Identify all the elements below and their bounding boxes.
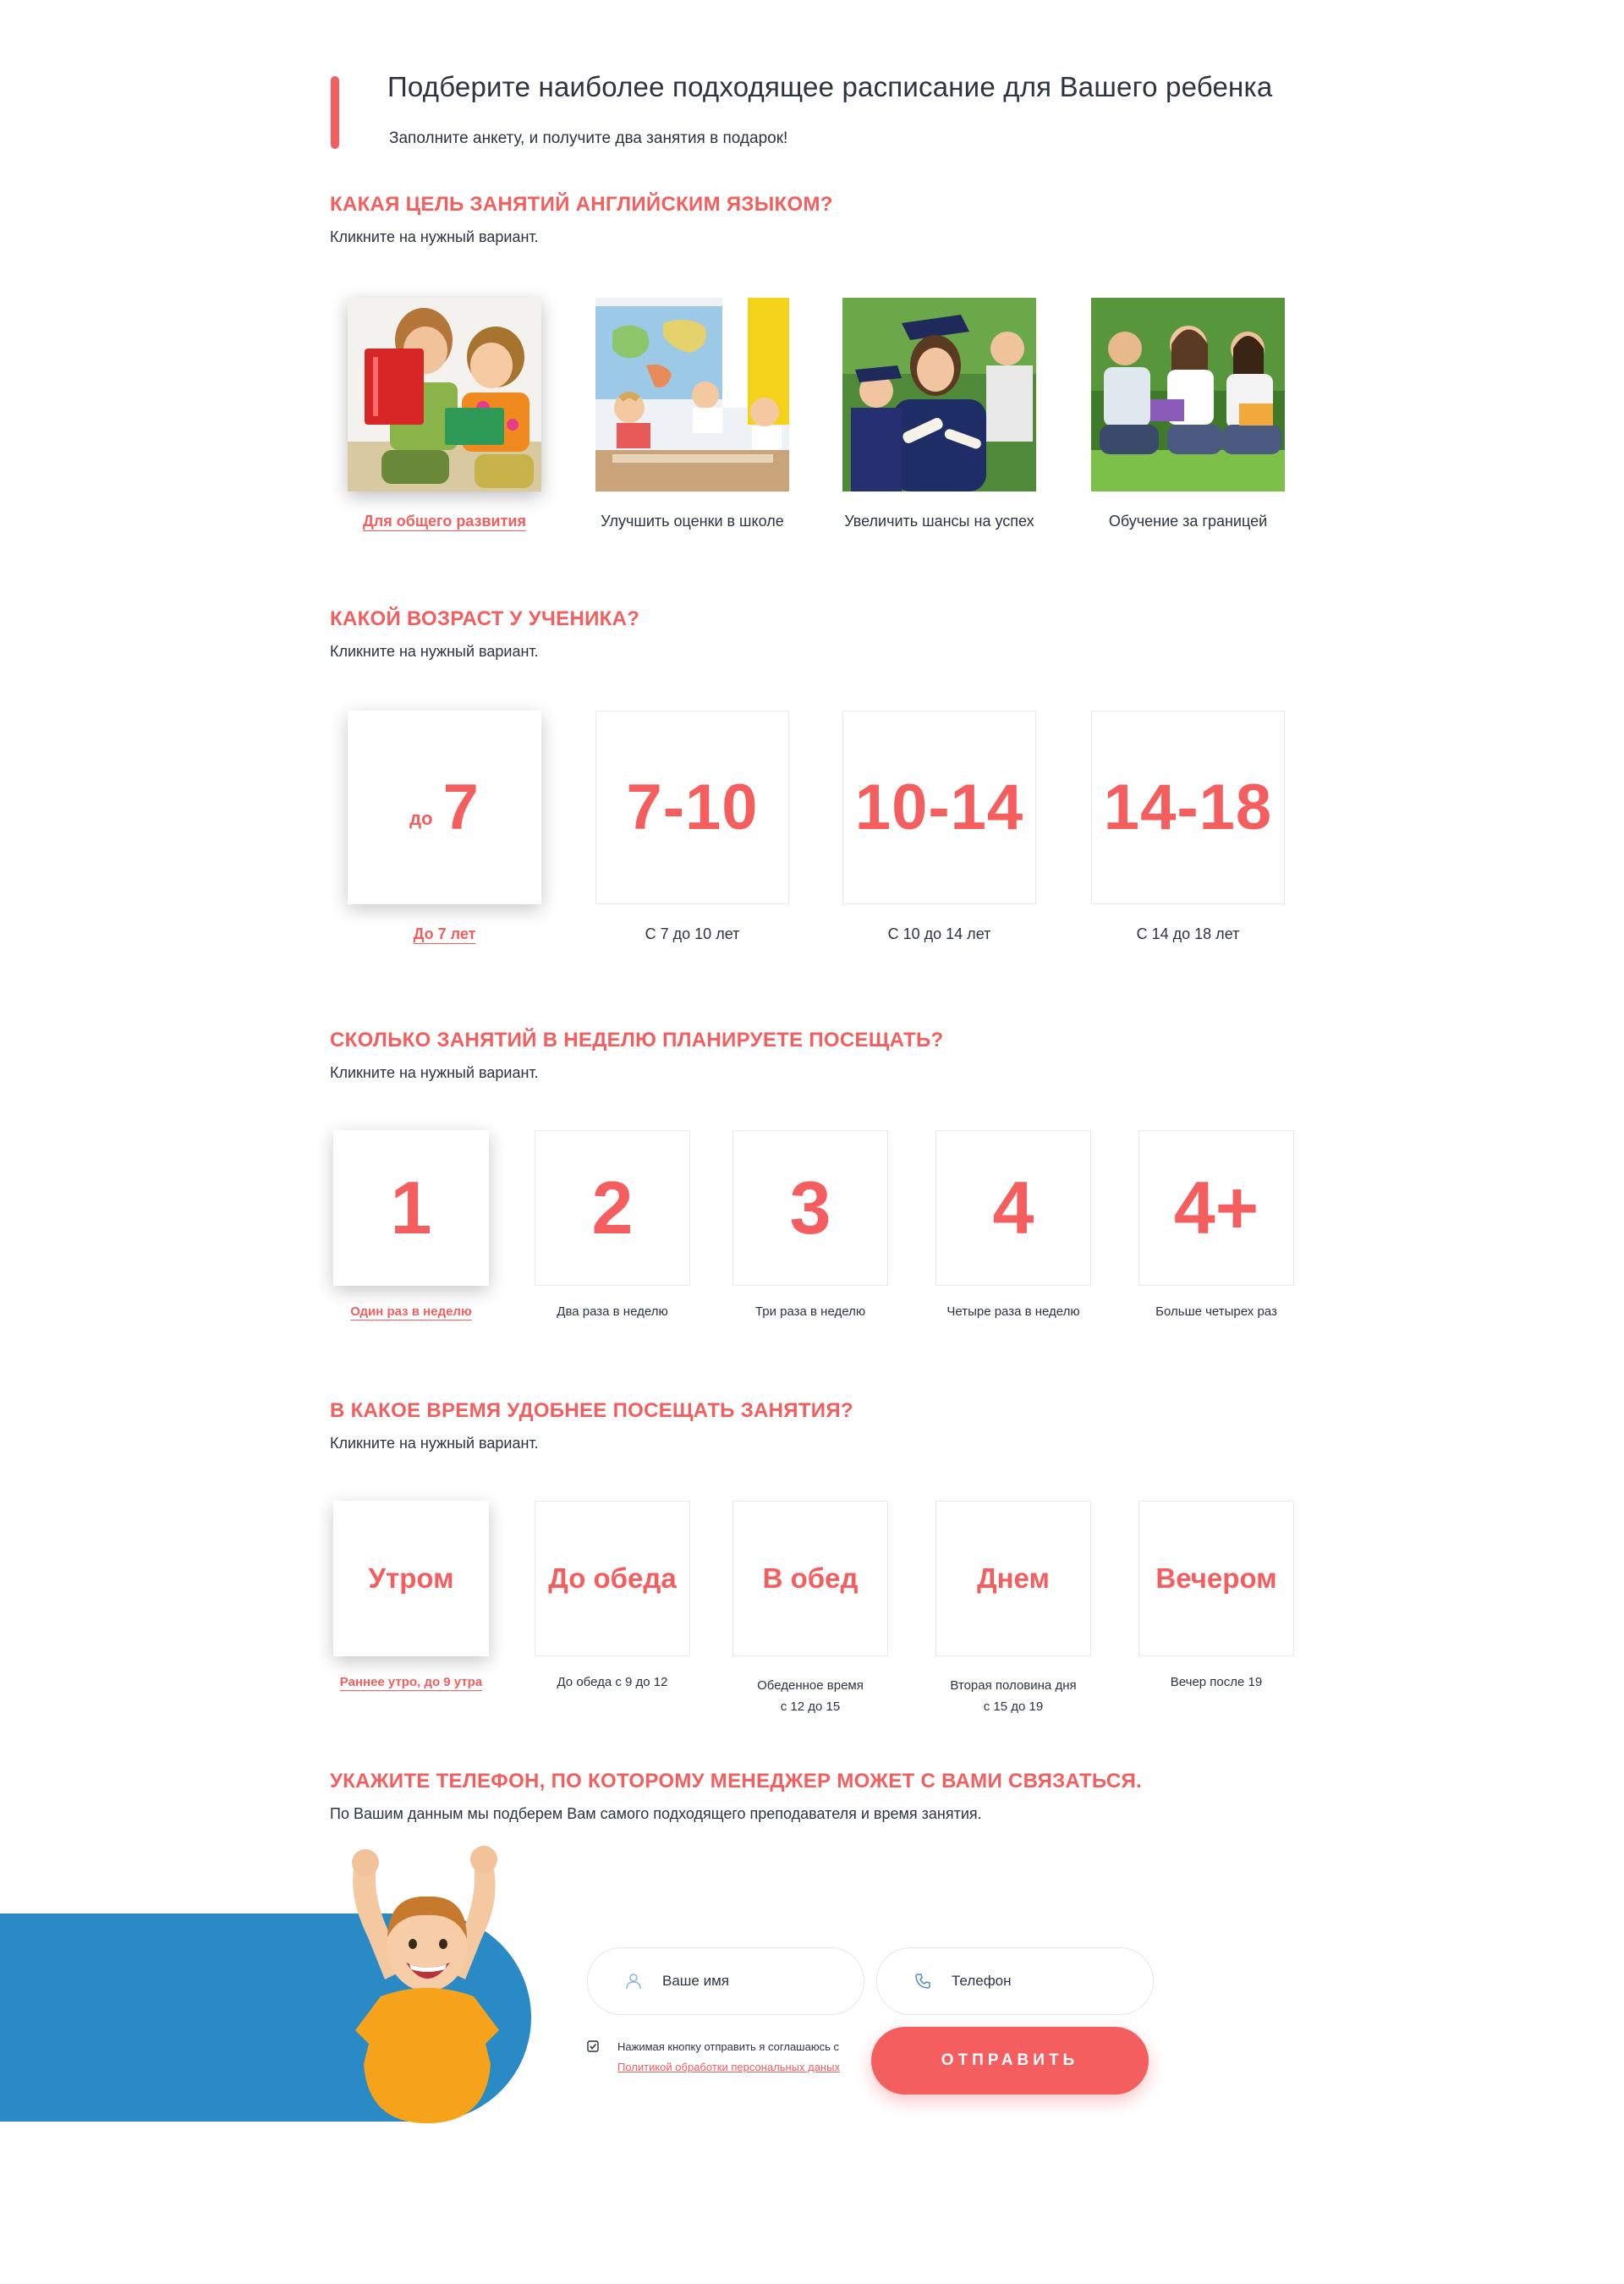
age-hint: Кликните на нужный вариант. [330,643,539,660]
contact-section: УКАЖИТЕ ТЕЛЕФОН, ПО КОТОРОМУ МЕНЕДЖЕР МО… [330,1770,1294,1823]
time-question: В КАКОЕ ВРЕМЯ УДОБНЕЕ ПОСЕЩАТЬ ЗАНЯТИЯ? [330,1399,853,1422]
goal-option-study-abroad[interactable] [1091,298,1285,491]
phone-icon [911,1969,935,1993]
time-label-before-lunch[interactable]: До обеда с 9 до 12 [518,1675,707,1689]
frequency-option-4[interactable]: 4 [935,1130,1091,1286]
frequency-label-3[interactable]: Три раза в неделю [716,1304,905,1319]
goal-section: КАКАЯ ЦЕЛЬ ЗАНЯТИЙ АНГЛИЙСКИМ ЯЗЫКОМ? Кл… [330,193,1294,246]
contact-question: УКАЖИТЕ ТЕЛЕФОН, ПО КОТОРОМУ МЕНЕДЖЕР МО… [330,1770,1143,1793]
frequency-label-4-plus[interactable]: Больше четырех раз [1122,1304,1311,1319]
time-label-morning[interactable]: Раннее утро, до 9 утра [316,1675,506,1689]
frequency-question: СКОЛЬКО ЗАНЯТИЙ В НЕДЕЛЮ ПЛАНИРУЕТЕ ПОСЕ… [330,1029,944,1051]
header-accent-bar [331,76,339,149]
privacy-policy-link[interactable]: Политикой обработки персональных даных [617,2061,840,2073]
name-field[interactable]: Ваше имя [587,1947,864,2015]
time-hint: Кликните на нужный вариант. [330,1435,539,1452]
frequency-value: 4+ [1173,1166,1259,1249]
page-title: Подберите наиболее подходящее расписание… [387,71,1273,102]
frequency-value: 3 [789,1166,831,1249]
students-outdoors-photo [1091,298,1285,491]
frequency-value: 4 [992,1166,1034,1249]
phone-placeholder: Телефон [952,1973,1012,1989]
frequency-option-2[interactable]: 2 [535,1130,690,1286]
graduates-photo [842,298,1036,491]
phone-field[interactable]: Телефон [876,1947,1154,2015]
frequency-label-2[interactable]: Два раза в неделю [518,1304,707,1319]
time-value: До обеда [548,1562,677,1594]
age-question: КАКОЙ ВОЗРАСТ У УЧЕНИКА? [330,607,640,630]
goal-option-general-development[interactable] [348,298,541,491]
time-label-line2: с 15 до 19 [983,1699,1044,1714]
time-value: Утром [368,1562,454,1594]
page-subtitle: Заполните анкету, и получите два занятия… [389,129,788,147]
goal-question: КАКАЯ ЦЕЛЬ ЗАНЯТИЙ АНГЛИЙСКИМ ЯЗЫКОМ? [330,193,833,216]
children-reading-photo [348,298,541,491]
frequency-option-1[interactable]: 1 [333,1130,489,1286]
time-label-lunch[interactable]: Обеденное время с 12 до 15 [716,1675,905,1717]
age-label-14-18[interactable]: С 14 до 18 лет [1091,925,1285,943]
happy-boy-image [352,1846,499,2123]
user-icon [622,1969,645,1993]
age-option-7-10[interactable]: 7-10 [595,711,789,904]
age-option-10-14[interactable]: 10-14 [842,711,1036,904]
age-label-7-10[interactable]: С 7 до 10 лет [595,925,789,943]
submit-button[interactable]: ОТПРАВИТЬ [871,2027,1149,2095]
time-label-afternoon[interactable]: Вторая половина дня с 15 до 19 [919,1675,1108,1717]
frequency-hint: Кликните на нужный вариант. [330,1064,539,1081]
frequency-label-4[interactable]: Четыре раза в неделю [919,1304,1108,1319]
frequency-label-1[interactable]: Один раз в неделю [316,1304,506,1319]
consent-text-block: Нажимая кнопку отправить я соглашаюсь с … [617,2037,840,2078]
age-label-10-14[interactable]: С 10 до 14 лет [842,925,1036,943]
time-option-lunch[interactable]: В обед [732,1501,888,1656]
age-value: 10-14 [854,771,1024,843]
time-label-line2: с 12 до 15 [780,1699,841,1714]
goal-label-study-abroad[interactable]: Обучение за границей [1074,513,1302,530]
age-label-under-7[interactable]: До 7 лет [348,925,541,943]
goal-option-improve-grades[interactable] [595,298,789,491]
consent-checkbox[interactable] [587,2040,599,2052]
age-option-14-18[interactable]: 14-18 [1091,711,1285,904]
age-value: 7-10 [626,771,759,843]
time-option-before-lunch[interactable]: До обеда [535,1501,690,1656]
age-value: 7 [442,771,480,843]
frequency-value: 2 [591,1166,634,1249]
time-label-line1: Обеденное время [757,1678,864,1693]
age-value: 14-18 [1103,771,1273,843]
age-option-under-7[interactable]: до 7 [348,711,541,904]
goal-label-general-development[interactable]: Для общего развития [348,513,541,530]
frequency-section: СКОЛЬКО ЗАНЯТИЙ В НЕДЕЛЮ ПЛАНИРУЕТЕ ПОСЕ… [330,1029,1294,1082]
time-value: Вечером [1155,1562,1277,1594]
time-label-evening[interactable]: Вечер после 19 [1122,1675,1311,1689]
time-label-line1: Вторая половина дня [950,1678,1077,1693]
classroom-photo [595,298,789,491]
consent-text: Нажимая кнопку отправить я соглашаюсь с [617,2040,839,2053]
goal-option-success-chances[interactable] [842,298,1036,491]
time-option-evening[interactable]: Вечером [1138,1501,1294,1656]
goal-label-success-chances[interactable]: Увеличить шансы на успех [826,513,1053,530]
frequency-value: 1 [390,1166,432,1249]
goal-hint: Кликните на нужный вариант. [330,228,539,245]
age-prefix: до [409,807,433,829]
time-section: В КАКОЕ ВРЕМЯ УДОБНЕЕ ПОСЕЩАТЬ ЗАНЯТИЯ? … [330,1399,1294,1452]
frequency-option-3[interactable]: 3 [732,1130,888,1286]
time-value: В обед [762,1562,859,1594]
contact-hint: По Вашим данным мы подберем Вам самого п… [330,1805,982,1822]
page: Подберите наиболее подходящее расписание… [0,0,1624,2284]
age-section: КАКОЙ ВОЗРАСТ У УЧЕНИКА? Кликните на нуж… [330,607,1294,661]
goal-label-improve-grades[interactable]: Улучшить оценки в школе [579,513,806,530]
frequency-option-4-plus[interactable]: 4+ [1138,1130,1294,1286]
time-option-afternoon[interactable]: Днем [935,1501,1091,1656]
time-option-morning[interactable]: Утром [333,1501,489,1656]
time-value: Днем [977,1562,1050,1594]
name-placeholder: Ваше имя [662,1973,729,1989]
